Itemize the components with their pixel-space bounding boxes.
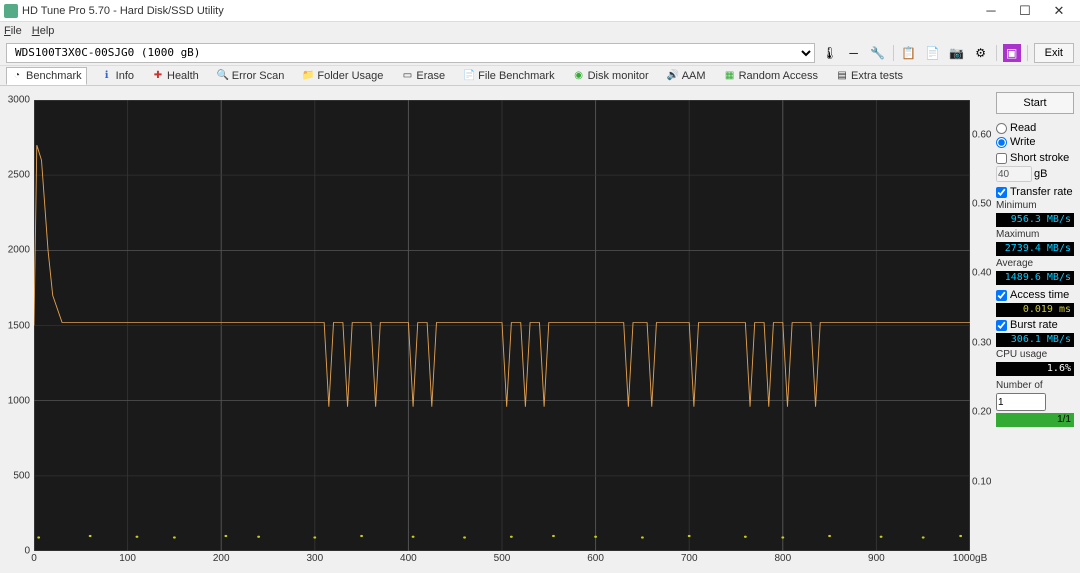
temperature-limit-icon[interactable]: ─ — [845, 44, 863, 62]
side-panel: Start Read Write Short stroke gB Transfe… — [996, 92, 1074, 567]
short-stroke-unit: gB — [1034, 168, 1047, 180]
save-screenshot-icon[interactable]: 📷 — [948, 44, 966, 62]
window-titlebar: HD Tune Pro 5.70 - Hard Disk/SSD Utility… — [0, 0, 1080, 22]
label-number-of: Number of — [996, 380, 1074, 391]
tab-erase[interactable]: ▭Erase — [397, 68, 449, 84]
tab-extra-tests[interactable]: ▤Extra tests — [832, 68, 907, 84]
chart-plot-area — [34, 100, 970, 551]
label-minimum: Minimum — [996, 200, 1074, 211]
tab-strip: ◔Benchmark ℹInfo ✚Health 🔍Error Scan 📁Fo… — [0, 66, 1080, 86]
short-stroke-value — [996, 166, 1032, 182]
value-burst-rate: 306.1 MB/s — [996, 333, 1074, 347]
menu-bar: File Help — [0, 22, 1080, 40]
scan-icon: 🔍 — [217, 70, 229, 82]
value-minimum: 956.3 MB/s — [996, 213, 1074, 227]
value-average: 1489.6 MB/s — [996, 271, 1074, 285]
menu-help[interactable]: Help — [32, 25, 55, 37]
erase-icon: ▭ — [401, 70, 413, 82]
minimize-tray-icon[interactable]: ▣ — [1003, 44, 1021, 62]
app-icon — [4, 4, 18, 18]
benchmark-chart: MB/s 300025002000150010005000 0.600.500.… — [6, 92, 990, 567]
chk-short-stroke[interactable]: Short stroke — [996, 152, 1074, 164]
random-icon: ▦ — [724, 70, 736, 82]
separator — [996, 45, 997, 61]
file-icon: 📄 — [463, 70, 475, 82]
tab-disk-monitor[interactable]: ◉Disk monitor — [569, 68, 653, 84]
device-toolbar: WDS100T3X0C-00SJG0 (1000 gB) 🌡 ─ 🔧 📋 📄 📷… — [0, 40, 1080, 66]
radio-read[interactable]: Read — [996, 122, 1074, 134]
tab-random-access[interactable]: ▦Random Access — [720, 68, 822, 84]
tab-file-benchmark[interactable]: 📄File Benchmark — [459, 68, 558, 84]
tab-folder-usage[interactable]: 📁Folder Usage — [298, 68, 387, 84]
separator — [1027, 45, 1028, 61]
y-left-axis: 300025002000150010005000 — [6, 100, 32, 551]
tab-benchmark[interactable]: ◔Benchmark — [6, 67, 87, 85]
close-button[interactable]: ✕ — [1042, 1, 1076, 21]
minimize-button[interactable]: ─ — [974, 1, 1008, 21]
value-cpu-usage: 1.6% — [996, 362, 1074, 376]
health-icon: ✚ — [152, 70, 164, 82]
chk-burst-rate[interactable]: Burst rate — [996, 319, 1074, 331]
options-icon[interactable]: ⚙ — [972, 44, 990, 62]
label-average: Average — [996, 258, 1074, 269]
device-select[interactable]: WDS100T3X0C-00SJG0 (1000 gB) — [6, 43, 815, 63]
speaker-icon: 🔊 — [667, 70, 679, 82]
temperature-icon[interactable]: 🌡 — [821, 44, 839, 62]
exit-button[interactable]: Exit — [1034, 43, 1074, 63]
separator — [893, 45, 894, 61]
window-title: HD Tune Pro 5.70 - Hard Disk/SSD Utility — [22, 5, 974, 17]
x-axis: 01002003004005006007008009001000gB — [34, 553, 970, 567]
y-right-axis: 0.600.500.400.300.200.10 — [970, 100, 990, 551]
temperature-settings-icon[interactable]: 🔧 — [869, 44, 887, 62]
label-cpu-usage: CPU usage — [996, 349, 1074, 360]
chk-transfer-rate[interactable]: Transfer rate — [996, 186, 1074, 198]
monitor-icon: ◉ — [573, 70, 585, 82]
menu-file[interactable]: File — [4, 25, 22, 37]
chk-access-time[interactable]: Access time — [996, 289, 1074, 301]
info-icon: ℹ — [101, 70, 113, 82]
tab-error-scan[interactable]: 🔍Error Scan — [213, 68, 289, 84]
copy-screenshot-icon[interactable]: 📄 — [924, 44, 942, 62]
gauge-icon: ◔ — [11, 70, 23, 82]
radio-write[interactable]: Write — [996, 136, 1074, 148]
tab-health[interactable]: ✚Health — [148, 68, 203, 84]
folder-icon: 📁 — [302, 70, 314, 82]
content-area: MB/s 300025002000150010005000 0.600.500.… — [0, 86, 1080, 573]
label-maximum: Maximum — [996, 229, 1074, 240]
progress-indicator: 1/1 — [996, 413, 1074, 427]
tab-aam[interactable]: 🔊AAM — [663, 68, 710, 84]
chart-svg — [34, 100, 970, 551]
value-maximum: 2739.4 MB/s — [996, 242, 1074, 256]
extra-icon: ▤ — [836, 70, 848, 82]
tab-info[interactable]: ℹInfo — [97, 68, 138, 84]
value-access-time: 0.019 ms — [996, 303, 1074, 317]
start-button[interactable]: Start — [996, 92, 1074, 114]
maximize-button[interactable]: ☐ — [1008, 1, 1042, 21]
number-of-passes[interactable] — [996, 393, 1046, 411]
copy-info-icon[interactable]: 📋 — [900, 44, 918, 62]
